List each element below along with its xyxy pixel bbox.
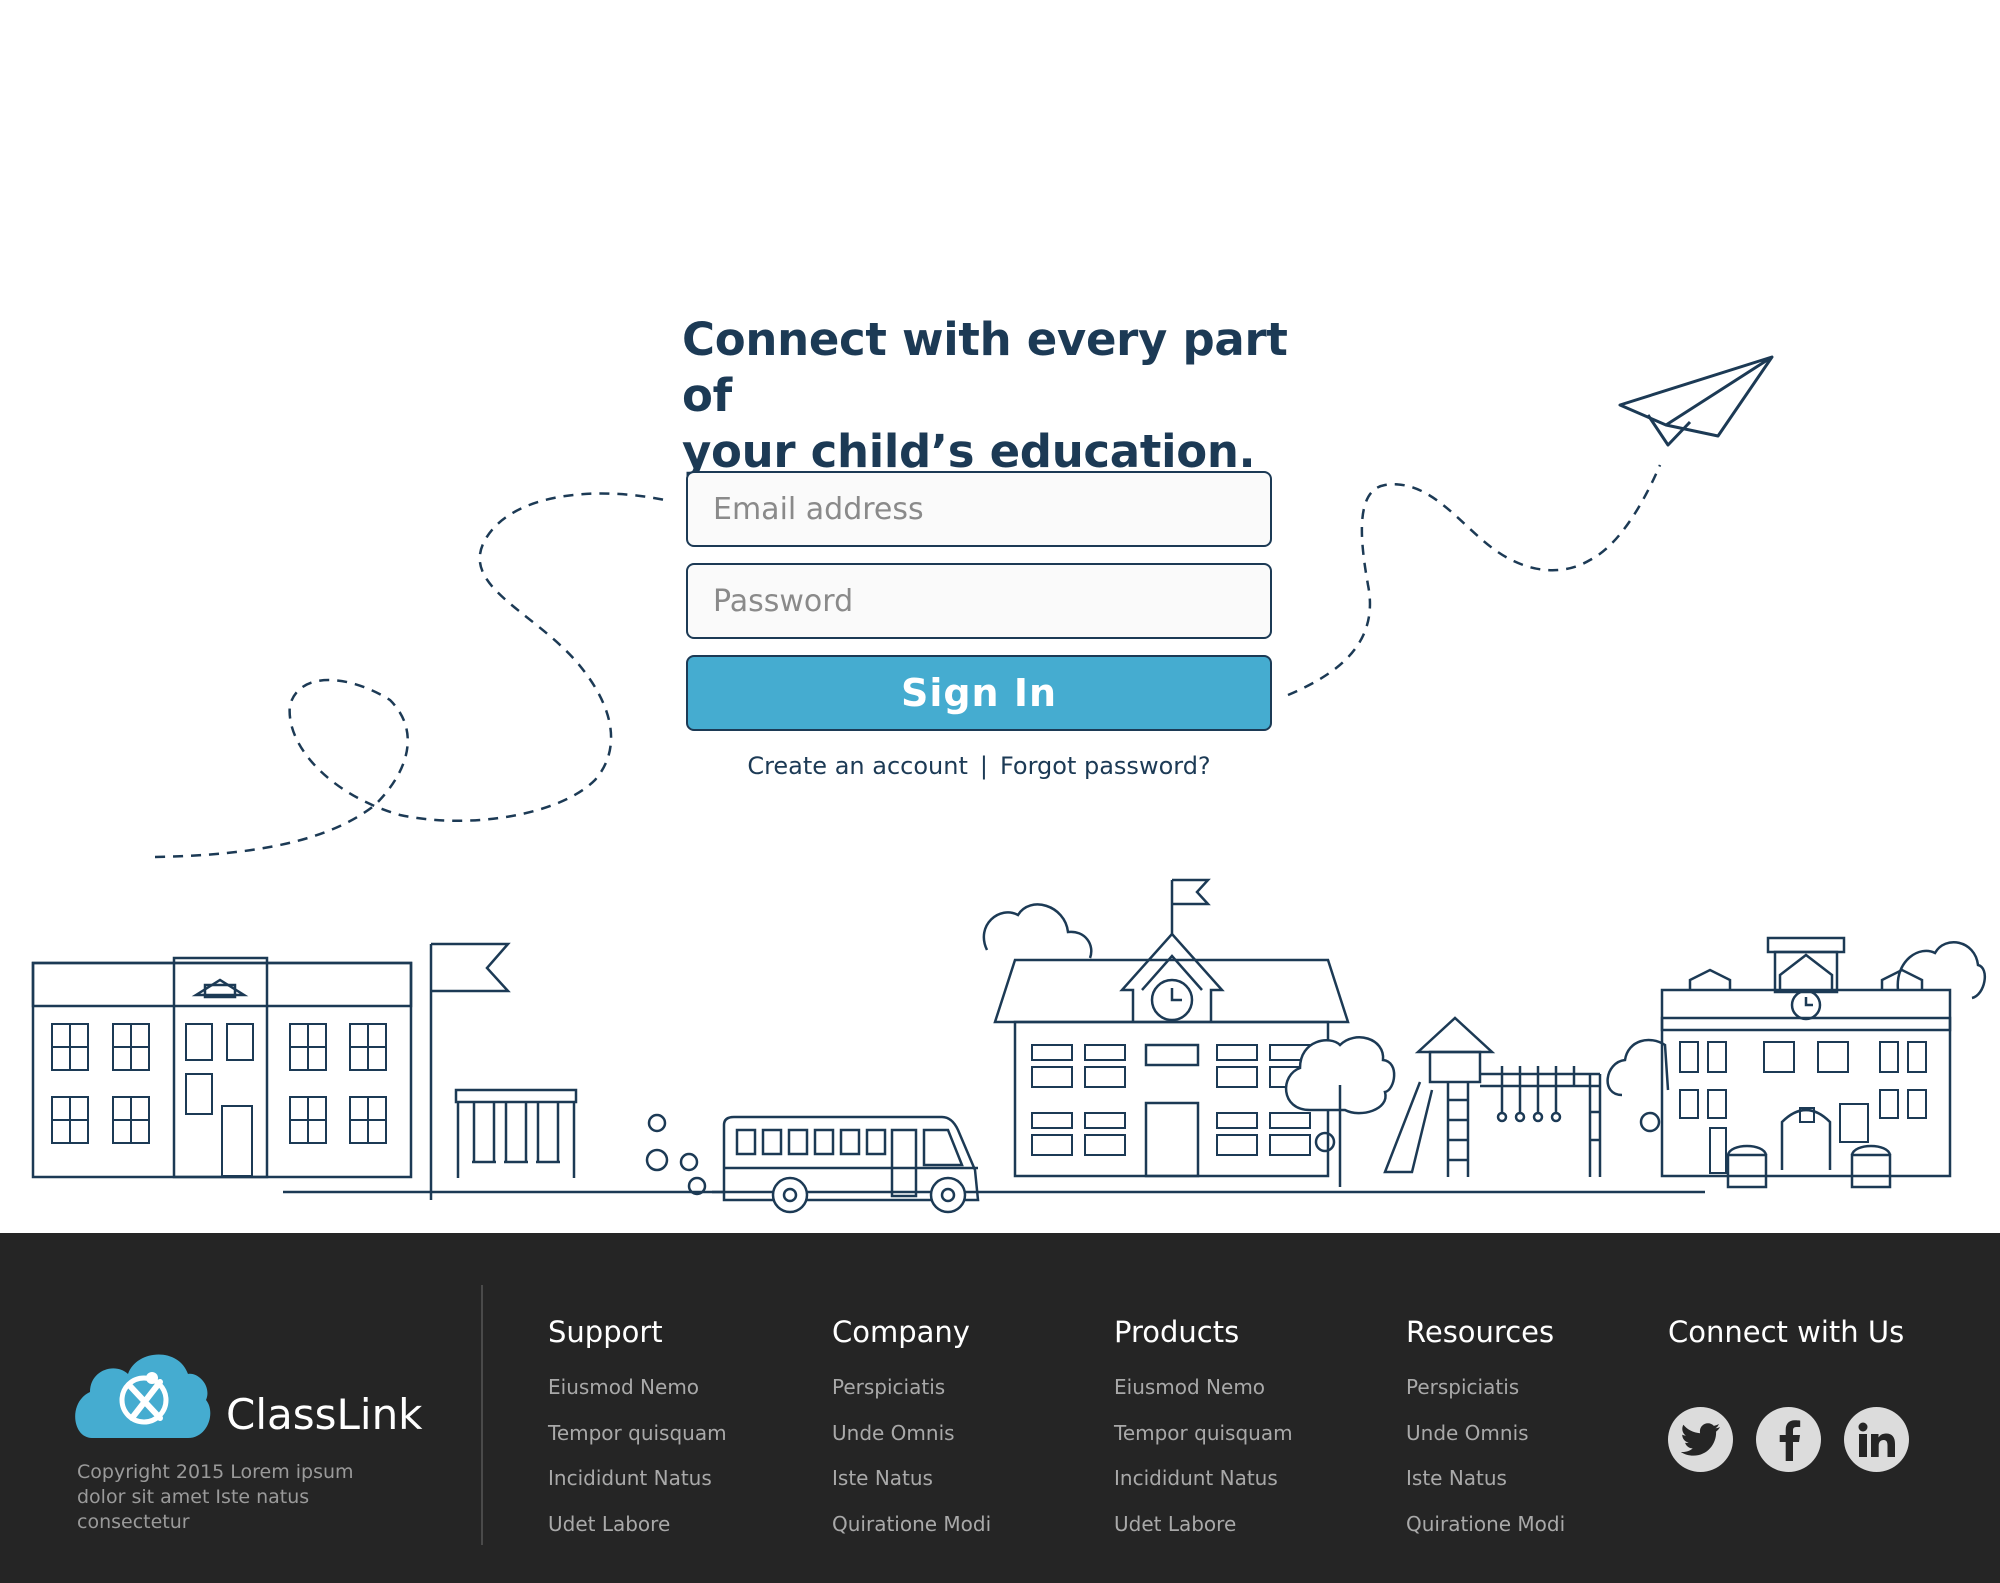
flight-path-left [154,492,666,859]
brand-name: ClassLink [226,1390,423,1439]
footer-column-products: Products Eiusmod Nemo Tempor quisquam In… [1114,1315,1293,1557]
footer-link[interactable]: Eiusmod Nemo [1114,1375,1293,1421]
footer-column-connect: Connect with Us [1668,1315,1904,1375]
footer-link[interactable]: Eiusmod Nemo [548,1375,727,1421]
sign-in-button[interactable]: Sign In [686,655,1272,731]
footer-link[interactable]: Perspiciatis [832,1375,991,1421]
email-field[interactable] [686,471,1272,547]
footer-link[interactable]: Iste Natus [832,1466,991,1512]
social-links [1668,1407,1909,1472]
office-building [31,956,413,1179]
facebook-icon[interactable] [1756,1407,1821,1472]
footer: ClassLink Copyright 2015 Lorem ipsum dol… [0,1233,2000,1583]
footer-column-company: Company Perspiciatis Unde Omnis Iste Nat… [832,1315,991,1557]
swing-set [454,1088,578,1178]
footer-link[interactable]: Tempor quisquam [1114,1421,1293,1467]
footer-link[interactable]: Quiratione Modi [1406,1512,1565,1558]
connect-title: Connect with Us [1668,1315,1905,1349]
school-building [982,878,1350,1178]
academy-building [1606,936,1987,1189]
footer-link[interactable]: Udet Labore [1114,1512,1293,1558]
footer-link[interactable]: Incididunt Natus [548,1466,727,1512]
footer-link[interactable]: Unde Omnis [1406,1421,1565,1467]
classlink-logo-icon [75,1354,211,1438]
password-field[interactable] [686,563,1272,639]
footer-column-title: Company [832,1315,970,1349]
flag-icon [429,942,511,1200]
flight-path-right [1287,464,1662,697]
exhaust-smoke [645,1113,707,1196]
footer-column-resources: Resources Perspiciatis Unde Omnis Iste N… [1406,1315,1565,1557]
copyright-text: Copyright 2015 Lorem ipsum dolor sit ame… [77,1461,354,1533]
footer-link[interactable]: Incididunt Natus [1114,1466,1293,1512]
footer-link[interactable]: Tempor quisquam [548,1421,727,1467]
forgot-password-link[interactable]: Forgot password? [1000,752,1211,780]
twitter-icon[interactable] [1668,1407,1733,1472]
footer-divider [481,1285,483,1545]
headline: Connect with every part of your child’s … [682,312,1322,480]
footer-column-title: Resources [1406,1315,1555,1349]
footer-link[interactable]: Unde Omnis [832,1421,991,1467]
linkedin-icon[interactable] [1844,1407,1909,1472]
account-links: Create an account | Forgot password? [686,752,1272,780]
school-bus-icon [712,1115,980,1214]
link-separator: | [979,752,988,780]
footer-link[interactable]: Udet Labore [548,1512,727,1558]
footer-column-title: Products [1114,1315,1240,1349]
footer-column-title: Support [548,1315,663,1349]
footer-link[interactable]: Perspiciatis [1406,1375,1565,1421]
footer-link[interactable]: Iste Natus [1406,1466,1565,1512]
footer-link[interactable]: Quiratione Modi [832,1512,991,1558]
playground [1383,1016,1602,1177]
footer-column-support: Support Eiusmod Nemo Tempor quisquam Inc… [548,1315,727,1557]
headline-line-1: Connect with every part of [682,313,1288,422]
create-account-link[interactable]: Create an account [747,752,968,780]
paper-plane-icon [1618,355,1774,447]
